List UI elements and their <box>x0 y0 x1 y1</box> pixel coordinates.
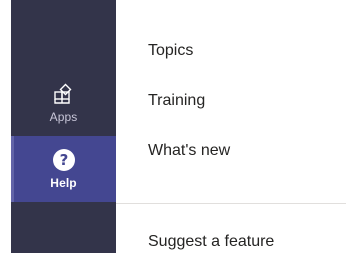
menu-divider <box>116 203 346 204</box>
apps-icon <box>52 82 76 106</box>
rail-item-help-label: Help <box>50 176 77 190</box>
menu-item-suggest-a-feature[interactable]: Suggest a feature <box>148 233 274 251</box>
menu-item-training[interactable]: Training <box>148 92 205 110</box>
teams-help-menu-screen: Apps ? Help Topics Training What's new S… <box>0 0 346 253</box>
rail-item-apps[interactable]: Apps <box>11 70 116 136</box>
rail-item-help[interactable]: ? Help <box>11 136 116 202</box>
menu-item-topics[interactable]: Topics <box>148 42 193 60</box>
rail-item-apps-label: Apps <box>49 110 78 124</box>
help-icon: ? <box>52 148 76 172</box>
help-flyout-menu: Topics Training What's new Suggest a fea… <box>116 0 346 253</box>
svg-text:?: ? <box>59 151 68 169</box>
left-app-rail: Apps ? Help <box>0 0 116 253</box>
menu-item-whats-new[interactable]: What's new <box>148 142 230 160</box>
active-indicator-bar <box>11 136 14 202</box>
